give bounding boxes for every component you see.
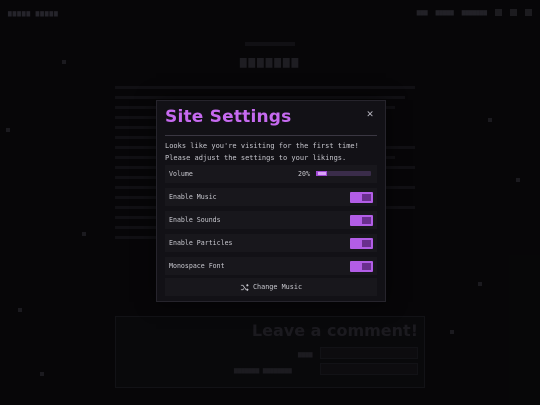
toggle-row-particles: Enable Particles (165, 234, 377, 252)
shuffle-icon (240, 283, 249, 291)
toggle-knob (362, 194, 371, 201)
intro-line: Looks like you're visiting for the first… (165, 142, 359, 150)
volume-slider[interactable] (316, 171, 371, 176)
toggle-label: Enable Sounds (169, 216, 221, 224)
title-divider (165, 135, 377, 136)
close-icon: ✕ (366, 107, 374, 120)
close-button[interactable]: ✕ (363, 107, 377, 121)
intro-text: Looks like you're visiting for the first… (165, 140, 379, 164)
intro-line: Please adjust the settings to your likin… (165, 154, 347, 162)
toggle-knob (362, 263, 371, 270)
settings-modal: Site Settings ✕ Looks like you're visiti… (156, 100, 386, 302)
toggle-knob (362, 217, 371, 224)
change-music-button[interactable]: Change Music (165, 278, 377, 296)
monospace-font-toggle[interactable] (350, 261, 373, 272)
enable-particles-toggle[interactable] (350, 238, 373, 249)
toggle-label: Monospace Font (169, 262, 225, 270)
enable-sounds-toggle[interactable] (350, 215, 373, 226)
toggle-row-sounds: Enable Sounds (165, 211, 377, 229)
volume-label: Volume (169, 170, 193, 178)
change-music-label: Change Music (252, 283, 303, 291)
volume-row: Volume 20% (165, 165, 377, 183)
volume-value: 20% (298, 170, 310, 178)
toggle-row-monospace: Monospace Font (165, 257, 377, 275)
toggle-label: Enable Music (169, 193, 217, 201)
volume-slider-thumb[interactable] (318, 172, 326, 175)
toggle-knob (362, 240, 371, 247)
toggle-row-music: Enable Music (165, 188, 377, 206)
modal-title: Site Settings (165, 107, 292, 127)
toggle-label: Enable Particles (169, 239, 233, 247)
enable-music-toggle[interactable] (350, 192, 373, 203)
